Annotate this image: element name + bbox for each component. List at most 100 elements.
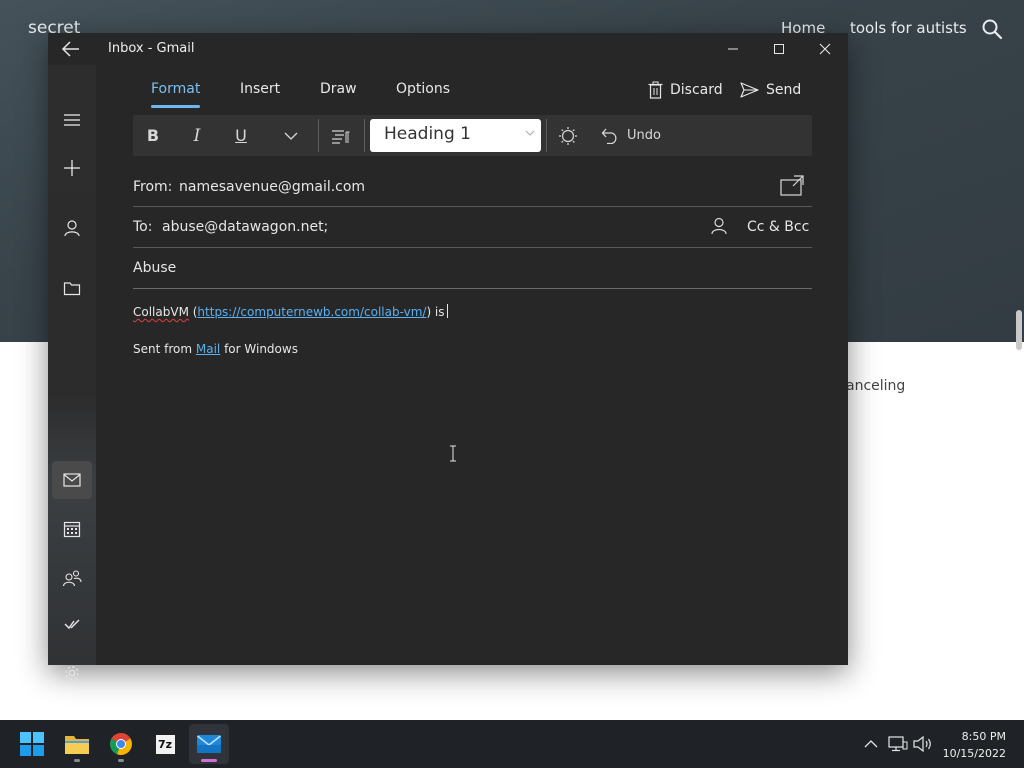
mail-switch-button[interactable] — [52, 461, 92, 499]
from-label: From: — [133, 179, 173, 195]
mail-link[interactable]: Mail — [196, 342, 220, 356]
mail-icon — [197, 735, 221, 753]
tab-draw[interactable]: Draw — [320, 81, 357, 97]
mail-compose-window: Inbox - Gmail Format Insert Draw Options… — [48, 33, 848, 680]
signature-text: for Windows — [220, 342, 298, 356]
maximize-icon — [774, 44, 784, 54]
person-icon — [64, 220, 80, 237]
network-button[interactable] — [888, 734, 908, 754]
to-value[interactable]: abuse@datawagon.net; — [162, 219, 328, 235]
new-mail-button[interactable] — [52, 149, 92, 187]
navigation-rail — [48, 65, 96, 680]
people-icon — [62, 570, 82, 587]
paragraph-format-button[interactable] — [327, 115, 355, 156]
clock-time: 8:50 PM — [961, 730, 1006, 743]
chrome-icon — [110, 733, 132, 755]
cc-bcc-button[interactable]: Cc & Bcc — [747, 219, 809, 235]
start-button[interactable] — [12, 724, 52, 764]
format-toolbar: B I U Heading 1 Undo — [133, 115, 812, 156]
italic-button[interactable]: I — [183, 115, 211, 156]
file-explorer-button[interactable] — [57, 724, 97, 764]
chevron-down-icon — [284, 132, 298, 140]
body-text: ) is — [426, 305, 445, 319]
toolbar-divider — [318, 119, 319, 152]
todo-switch-button[interactable] — [52, 605, 92, 643]
discard-button[interactable]: Discard — [648, 79, 723, 101]
message-body-line[interactable]: CollabVM (https://computernewb.com/colla… — [133, 304, 448, 319]
minimize-button[interactable] — [710, 33, 756, 65]
hamburger-menu-button[interactable] — [52, 101, 92, 139]
search-icon[interactable] — [981, 18, 1003, 40]
file-explorer-icon — [65, 736, 89, 754]
maximize-button[interactable] — [756, 33, 802, 65]
calendar-switch-button[interactable] — [52, 510, 92, 548]
undo-label: Undo — [627, 128, 661, 143]
close-button[interactable] — [802, 33, 848, 65]
more-formatting-button[interactable] — [277, 115, 305, 156]
active-tab-indicator — [151, 105, 200, 108]
folder-icon — [63, 282, 81, 296]
network-icon — [888, 736, 908, 752]
settings-button[interactable] — [52, 654, 92, 692]
mail-button[interactable] — [189, 724, 229, 764]
volume-button[interactable] — [913, 734, 933, 754]
signature-text: Sent from — [133, 342, 196, 356]
close-icon — [819, 43, 831, 55]
from-value[interactable]: namesavenue@gmail.com — [179, 179, 365, 195]
show-hidden-icons-button[interactable] — [861, 734, 881, 754]
signature-line[interactable]: Sent from Mail for Windows — [133, 342, 298, 356]
accounts-button[interactable] — [52, 209, 92, 247]
clock-date: 10/15/2022 — [942, 747, 1006, 760]
nav-tools-link[interactable]: tools for autists — [850, 19, 967, 37]
collabvm-link[interactable]: https://computernewb.com/collab-vm/ — [197, 305, 426, 319]
toolbar-divider — [546, 119, 547, 152]
chrome-button[interactable] — [101, 724, 141, 764]
styles-button[interactable] — [553, 115, 583, 156]
page-scrollbar[interactable] — [1016, 310, 1022, 350]
paragraph-style-select[interactable]: Heading 1 — [370, 119, 541, 152]
subject-value[interactable]: Abuse — [133, 260, 176, 276]
send-icon — [740, 82, 759, 98]
running-indicator — [118, 759, 124, 762]
discard-label: Discard — [670, 82, 723, 98]
tab-format[interactable]: Format — [151, 81, 200, 97]
style-select-value: Heading 1 — [384, 124, 471, 144]
7zip-button[interactable]: 7z — [145, 724, 185, 764]
window-title: Inbox - Gmail — [108, 41, 195, 56]
undo-icon — [601, 128, 617, 144]
chevron-down-icon — [525, 130, 535, 136]
people-switch-button[interactable] — [52, 559, 92, 597]
subject-field[interactable]: Abuse — [133, 248, 812, 289]
send-button[interactable]: Send — [740, 79, 801, 101]
underline-button[interactable]: U — [227, 115, 255, 156]
bold-button[interactable]: B — [139, 115, 167, 156]
text-caret — [446, 304, 448, 318]
to-field[interactable]: To: abuse@datawagon.net; Cc & Bcc — [133, 207, 812, 248]
to-label: To: — [133, 219, 153, 235]
tab-insert[interactable]: Insert — [240, 81, 280, 97]
undo-button[interactable]: Undo — [601, 115, 671, 156]
envelope-icon — [63, 473, 81, 487]
sun-icon — [559, 126, 577, 145]
tab-options[interactable]: Options — [396, 81, 450, 97]
hamburger-icon — [64, 114, 80, 126]
misspelled-word[interactable]: CollabVM — [133, 305, 189, 319]
title-bar[interactable]: Inbox - Gmail — [48, 33, 848, 65]
calendar-icon — [63, 521, 81, 538]
toolbar-divider — [364, 119, 365, 152]
start-icon — [20, 732, 44, 756]
active-app-indicator — [201, 759, 217, 762]
back-arrow-icon[interactable] — [60, 39, 82, 59]
7zip-icon: 7z — [153, 732, 177, 756]
taskbar: 7z 8:50 PM 10/15/2022 — [0, 720, 1024, 768]
contact-picker-icon[interactable] — [711, 217, 727, 235]
checkmark-icon — [64, 619, 80, 630]
running-indicator — [74, 759, 80, 762]
chevron-up-icon — [864, 740, 878, 748]
popout-icon[interactable] — [780, 175, 804, 197]
gear-icon — [65, 666, 79, 680]
from-field[interactable]: From: namesavenue@gmail.com — [133, 167, 812, 207]
clock[interactable]: 8:50 PM 10/15/2022 — [943, 728, 1006, 762]
minimize-icon — [728, 48, 738, 50]
folders-button[interactable] — [52, 269, 92, 307]
